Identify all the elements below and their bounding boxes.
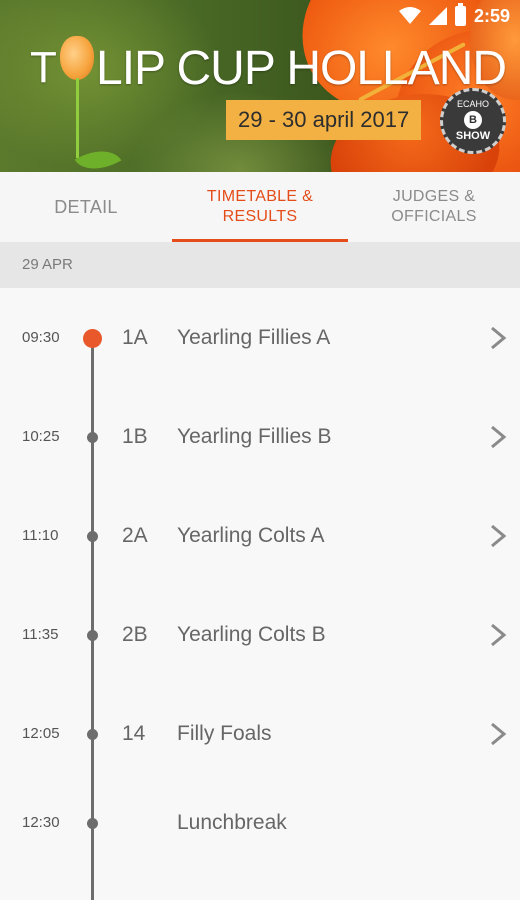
item-class-name: Yearling Colts A [177, 524, 325, 547]
battery-icon [454, 3, 466, 26]
wifi-icon [398, 7, 421, 24]
chevron-right-icon[interactable] [488, 524, 508, 548]
item-time: 09:30 [22, 329, 60, 346]
item-class-code: 1B [122, 425, 148, 448]
item-time: 11:35 [22, 626, 59, 643]
tab-timetable-results[interactable]: TIMETABLE & RESULTS [172, 172, 348, 242]
badge-bottom: SHOW [455, 129, 491, 142]
item-time: 10:25 [22, 428, 60, 445]
list-item[interactable]: 12:05 14 Filly Foals [0, 704, 520, 764]
item-class-name: Lunchbreak [177, 811, 287, 834]
tab-label: TIMETABLE & RESULTS [206, 188, 314, 225]
title-prefix: T [30, 43, 57, 92]
item-class-name: Yearling Fillies B [177, 425, 332, 448]
chevron-right-icon[interactable] [488, 326, 508, 350]
timeline-dot [87, 818, 98, 829]
item-time: 12:05 [22, 725, 60, 742]
badge-middle: B [464, 110, 482, 129]
signal-icon [428, 7, 447, 25]
timeline-dot [87, 531, 98, 542]
item-class-code: 2B [122, 623, 148, 646]
item-class-name: Yearling Colts B [177, 623, 326, 646]
list-item[interactable]: 11:10 2A Yearling Colts A [0, 506, 520, 566]
event-banner: 2:59 T LIP CUP HOLLAND 29 - 30 april 201… [0, 0, 520, 172]
chevron-right-icon[interactable] [488, 722, 508, 746]
item-class-name: Filly Foals [177, 722, 272, 745]
status-bar: 2:59 [398, 3, 510, 28]
item-time: 12:30 [22, 814, 60, 831]
chevron-right-icon[interactable] [488, 425, 508, 449]
timeline-dot [87, 630, 98, 641]
tab-bar: DETAIL TIMETABLE & RESULTS JUDGES & OFFI… [0, 172, 520, 242]
tulip-head [60, 36, 94, 80]
tab-label: JUDGES & OFFICIALS [391, 188, 477, 225]
tab-label: DETAIL [54, 197, 118, 217]
timeline-dot-current [83, 329, 102, 348]
item-class-code: 2A [122, 524, 148, 547]
timeline-dot [87, 729, 98, 740]
date-header: 29 APR [0, 242, 520, 288]
event-dates: 29 - 30 april 2017 [226, 100, 422, 140]
list-item[interactable]: 10:25 1B Yearling Fillies B [0, 407, 520, 467]
item-class-name: Yearling Fillies A [177, 326, 331, 349]
schedule-list: 09:30 1A Yearling Fillies A 10:25 1B Yea… [0, 288, 520, 900]
chevron-right-icon[interactable] [488, 623, 508, 647]
title-rest: LIP CUP HOLLAND [96, 41, 507, 95]
list-item[interactable]: 11:35 2B Yearling Colts B [0, 605, 520, 665]
tab-detail[interactable]: DETAIL [0, 172, 172, 242]
item-class-code: 1A [122, 326, 148, 349]
list-item: 12:30 Lunchbreak [0, 793, 520, 853]
tab-judges-officials[interactable]: JUDGES & OFFICIALS [348, 172, 520, 242]
badge-top: ECAHO [456, 99, 489, 109]
timeline-dot [87, 432, 98, 443]
item-class-code: 14 [122, 722, 146, 745]
tulip-stem [76, 78, 79, 158]
status-time: 2:59 [473, 5, 510, 26]
list-item[interactable]: 09:30 1A Yearling Fillies A [0, 308, 520, 368]
event-title: T LIP CUP HOLLAND [24, 36, 507, 100]
show-badge: ECAHO B SHOW [440, 88, 506, 154]
item-time: 11:10 [22, 527, 59, 544]
tulip-logo-icon [60, 36, 122, 172]
